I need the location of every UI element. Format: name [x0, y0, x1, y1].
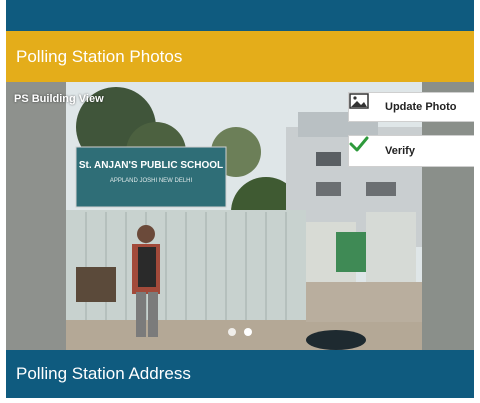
image-icon	[349, 93, 377, 116]
verify-button[interactable]: Verify	[348, 135, 474, 167]
checkmark-icon	[349, 136, 377, 160]
carousel-dot-active[interactable]	[244, 328, 252, 336]
section-header-address: Polling Station Address	[6, 350, 474, 398]
top-app-bar	[6, 0, 474, 31]
section-title: Polling Station Photos	[16, 46, 183, 66]
update-photo-button[interactable]: Update Photo	[348, 92, 474, 122]
photo-caption: PS Building View	[14, 93, 104, 105]
section-header-photos: Polling Station Photos	[6, 31, 474, 82]
sign-line-1: St. ANJAN'S PUBLIC SCHOOL	[79, 160, 223, 171]
update-photo-label: Update Photo	[385, 101, 457, 113]
address-title: Polling Station Address	[16, 364, 191, 383]
carousel-indicator	[228, 328, 252, 336]
bottom-spacer	[6, 398, 474, 403]
verify-label: Verify	[385, 145, 415, 157]
polling-station-photo[interactable]: St. ANJAN'S PUBLIC SCHOOL APPLAND JOSHI …	[6, 82, 474, 350]
photo-scene: St. ANJAN'S PUBLIC SCHOOL APPLAND JOSHI …	[6, 82, 474, 350]
sign-line-2: APPLAND JOSHI NEW DELHI	[110, 178, 193, 184]
carousel-dot[interactable]	[228, 328, 236, 336]
